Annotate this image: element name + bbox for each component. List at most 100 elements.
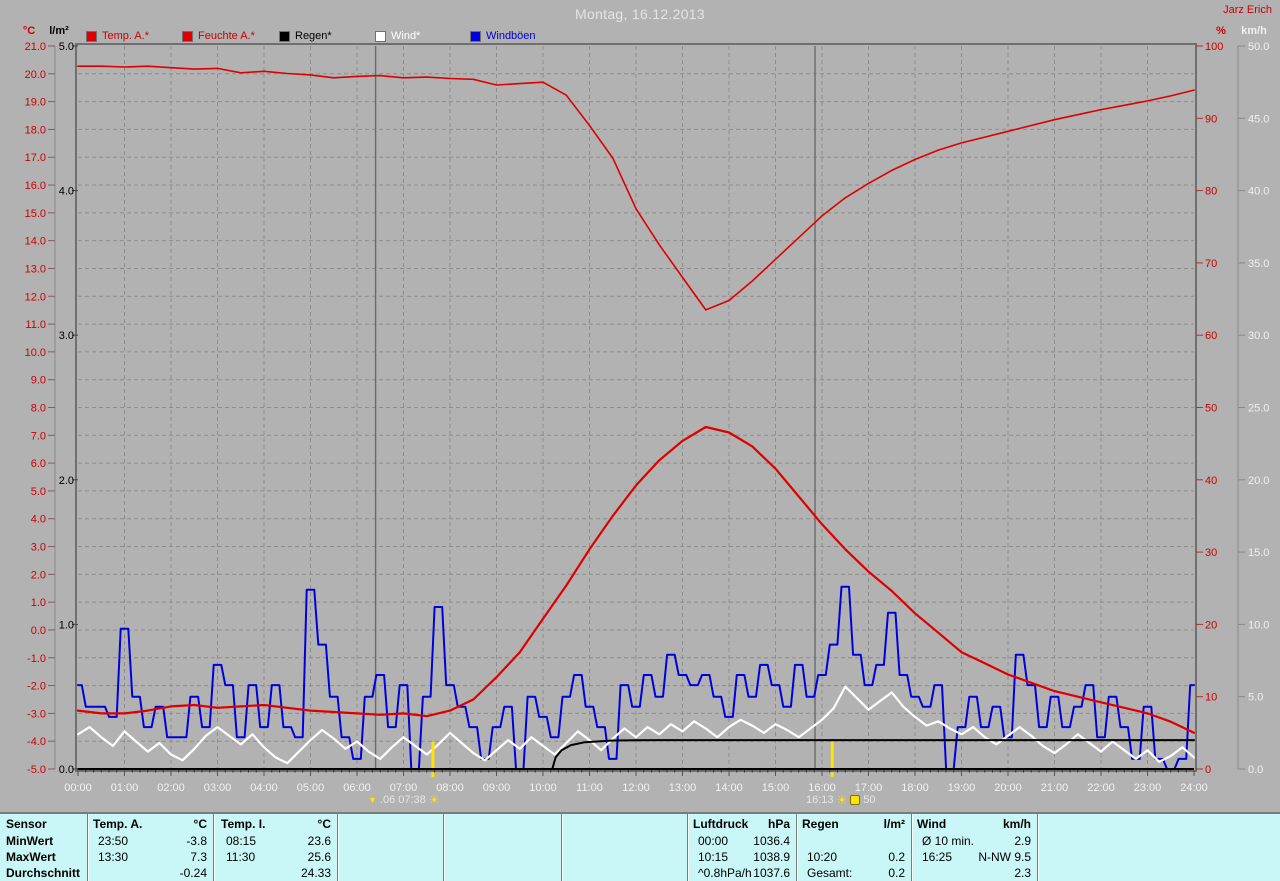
time-axis-label: 13:00 bbox=[669, 782, 697, 794]
windspeed-axis-tick-label: 20.0 bbox=[1248, 475, 1269, 487]
table-row-label: MaxWert bbox=[6, 850, 56, 864]
statistics-table: Sensor MinWert MaxWert Durchschnitt Temp. A.… bbox=[0, 812, 1280, 881]
humidity-axis-tick-label: 80 bbox=[1205, 186, 1217, 198]
sunrise-marker: ▼ .06 07:38 ☀ bbox=[368, 792, 440, 808]
temp-axis-tick-label: 21.0 bbox=[25, 41, 46, 53]
table-cell-temp-i-value: 24.33 bbox=[300, 866, 331, 880]
table-row-label: Durchschnitt bbox=[6, 866, 81, 880]
table-cell-temp-i-value: 25.6 bbox=[307, 850, 331, 864]
temp-axis-tick-label: 9.0 bbox=[31, 375, 46, 387]
windspeed-axis-tick-label: 10.0 bbox=[1248, 619, 1269, 631]
temp-axis-tick-label: 3.0 bbox=[31, 542, 46, 554]
time-axis-label: 20:00 bbox=[994, 782, 1022, 794]
time-axis-label: 23:00 bbox=[1134, 782, 1162, 794]
temp-axis-tick-label: 13.0 bbox=[25, 263, 46, 275]
sun-icon: ☀ bbox=[836, 793, 848, 807]
time-axis-label: 00:00 bbox=[64, 782, 92, 794]
time-axis-label: 18:00 bbox=[901, 782, 929, 794]
sunset-marker-extra: 50 bbox=[863, 794, 876, 806]
table-cell-temp-a-value: -0.24 bbox=[179, 866, 207, 880]
table-header-unit-temp-i: °C bbox=[317, 817, 331, 831]
table-divider bbox=[561, 814, 563, 881]
weather-app-window: Montag, 16.12.2013 Jarz Erich °C l/m² % … bbox=[0, 0, 1280, 881]
temp-axis-tick-label: 14.0 bbox=[25, 236, 46, 248]
humidity-axis-tick-label: 20 bbox=[1205, 619, 1217, 631]
table-row-label: Sensor bbox=[6, 817, 47, 831]
time-axis-label: 21:00 bbox=[1041, 782, 1069, 794]
temp-axis-tick-label: -1.0 bbox=[27, 653, 46, 665]
rain-axis-tick-label: 5.0 bbox=[59, 41, 74, 53]
windspeed-axis-tick-label: 5.0 bbox=[1248, 692, 1263, 704]
temp-axis-tick-label: 12.0 bbox=[25, 291, 46, 303]
time-axis-label: 04:00 bbox=[250, 782, 278, 794]
table-divider bbox=[687, 814, 689, 881]
table-cell-wind-value: N-NW 9.5 bbox=[978, 850, 1031, 864]
table-divider bbox=[213, 814, 215, 881]
humidity-axis-tick-label: 30 bbox=[1205, 547, 1217, 559]
temp-axis-tick-label: -5.0 bbox=[27, 764, 46, 776]
table-divider bbox=[1037, 814, 1039, 881]
time-axis-label: 22:00 bbox=[1087, 782, 1115, 794]
time-axis-label: 10:00 bbox=[529, 782, 557, 794]
table-cell-temp-a-value: 7.3 bbox=[190, 850, 207, 864]
humidity-axis-tick-label: 90 bbox=[1205, 113, 1217, 125]
rain-axis-tick-label: 2.0 bbox=[59, 475, 74, 487]
windspeed-axis-tick-label: 0.0 bbox=[1248, 764, 1263, 776]
time-axis-label: 12:00 bbox=[622, 782, 650, 794]
temp-axis-tick-label: 0.0 bbox=[31, 625, 46, 637]
windspeed-axis-tick-label: 25.0 bbox=[1248, 403, 1269, 415]
humidity-axis-tick-label: 50 bbox=[1205, 403, 1217, 415]
time-axis-label: 11:00 bbox=[576, 782, 603, 794]
time-axis-label: 15:00 bbox=[762, 782, 790, 794]
temp-axis-tick-label: 6.0 bbox=[31, 458, 46, 470]
rain-axis-tick-label: 1.0 bbox=[59, 619, 74, 631]
time-axis-label: 03:00 bbox=[204, 782, 232, 794]
sunrise-time: 07:38 bbox=[398, 794, 426, 806]
temp-axis-tick-label: 4.0 bbox=[31, 514, 46, 526]
table-cell-wind-value: 2.3 bbox=[1014, 866, 1031, 880]
temp-axis-tick-label: 19.0 bbox=[25, 97, 46, 109]
windspeed-axis-tick-label: 45.0 bbox=[1248, 113, 1269, 125]
rain-axis-tick-label: 3.0 bbox=[59, 330, 74, 342]
weather-chart: 21.0 20.0 19.0 18.0 17.0 16.0 15.0 14.0 13.0 12.0… bbox=[25, 41, 1270, 794]
table-divider bbox=[443, 814, 445, 881]
windspeed-axis-tick-label: 30.0 bbox=[1248, 330, 1269, 342]
table-cell-regen-value: 0.2 bbox=[888, 866, 905, 880]
temp-axis-tick-label: 7.0 bbox=[31, 430, 46, 442]
windspeed-axis-tick-label: 50.0 bbox=[1248, 41, 1269, 53]
humidity-axis-tick-label: 10 bbox=[1205, 692, 1217, 704]
table-header-unit-regen: l/m² bbox=[883, 817, 905, 831]
table-cell-luftdruck-value: 1038.9 bbox=[753, 850, 790, 864]
time-axis-label: 05:00 bbox=[297, 782, 325, 794]
table-cell-regen-value: 0.2 bbox=[888, 850, 905, 864]
table-cell-temp-i-value: 23.6 bbox=[307, 834, 331, 848]
temp-axis-tick-label: 11.0 bbox=[25, 319, 46, 331]
temp-axis-tick-label: 20.0 bbox=[25, 69, 46, 81]
windspeed-axis-tick-label: 15.0 bbox=[1248, 547, 1269, 559]
temp-axis-tick-label: -2.0 bbox=[27, 681, 46, 693]
humidity-axis-tick-label: 70 bbox=[1205, 258, 1217, 270]
temp-axis-tick-label: 1.0 bbox=[31, 597, 46, 609]
table-divider bbox=[337, 814, 339, 881]
arrow-down-icon: ▼ bbox=[368, 794, 377, 805]
temp-axis-tick-label: -3.0 bbox=[27, 708, 46, 720]
humidity-axis-tick-label: 40 bbox=[1205, 475, 1217, 487]
time-axis-label: 08:00 bbox=[436, 782, 464, 794]
table-cell-luftdruck-value: 1036.4 bbox=[753, 834, 790, 848]
rain-axis-tick-label: 0.0 bbox=[59, 764, 74, 776]
time-axis-label: 19:00 bbox=[948, 782, 976, 794]
temp-axis-tick-label: 10.0 bbox=[25, 347, 46, 359]
time-axis-label: 14:00 bbox=[715, 782, 743, 794]
table-header-unit-wind: km/h bbox=[1002, 817, 1031, 831]
temp-axis-tick-label: 5.0 bbox=[31, 486, 46, 498]
temp-axis-tick-label: 17.0 bbox=[25, 152, 46, 164]
sun-icon: ☀ bbox=[428, 793, 440, 807]
temp-axis-tick-label: 2.0 bbox=[31, 569, 46, 581]
windspeed-axis-tick-label: 40.0 bbox=[1248, 186, 1269, 198]
time-axis-label: 06:00 bbox=[343, 782, 371, 794]
temp-axis-tick-label: 15.0 bbox=[25, 208, 46, 220]
table-header-unit-temp-a: °C bbox=[193, 817, 207, 831]
humidity-axis-tick-label: 0 bbox=[1205, 764, 1211, 776]
time-axis-label: 01:00 bbox=[111, 782, 139, 794]
humidity-axis-tick-label: 100 bbox=[1205, 41, 1223, 53]
